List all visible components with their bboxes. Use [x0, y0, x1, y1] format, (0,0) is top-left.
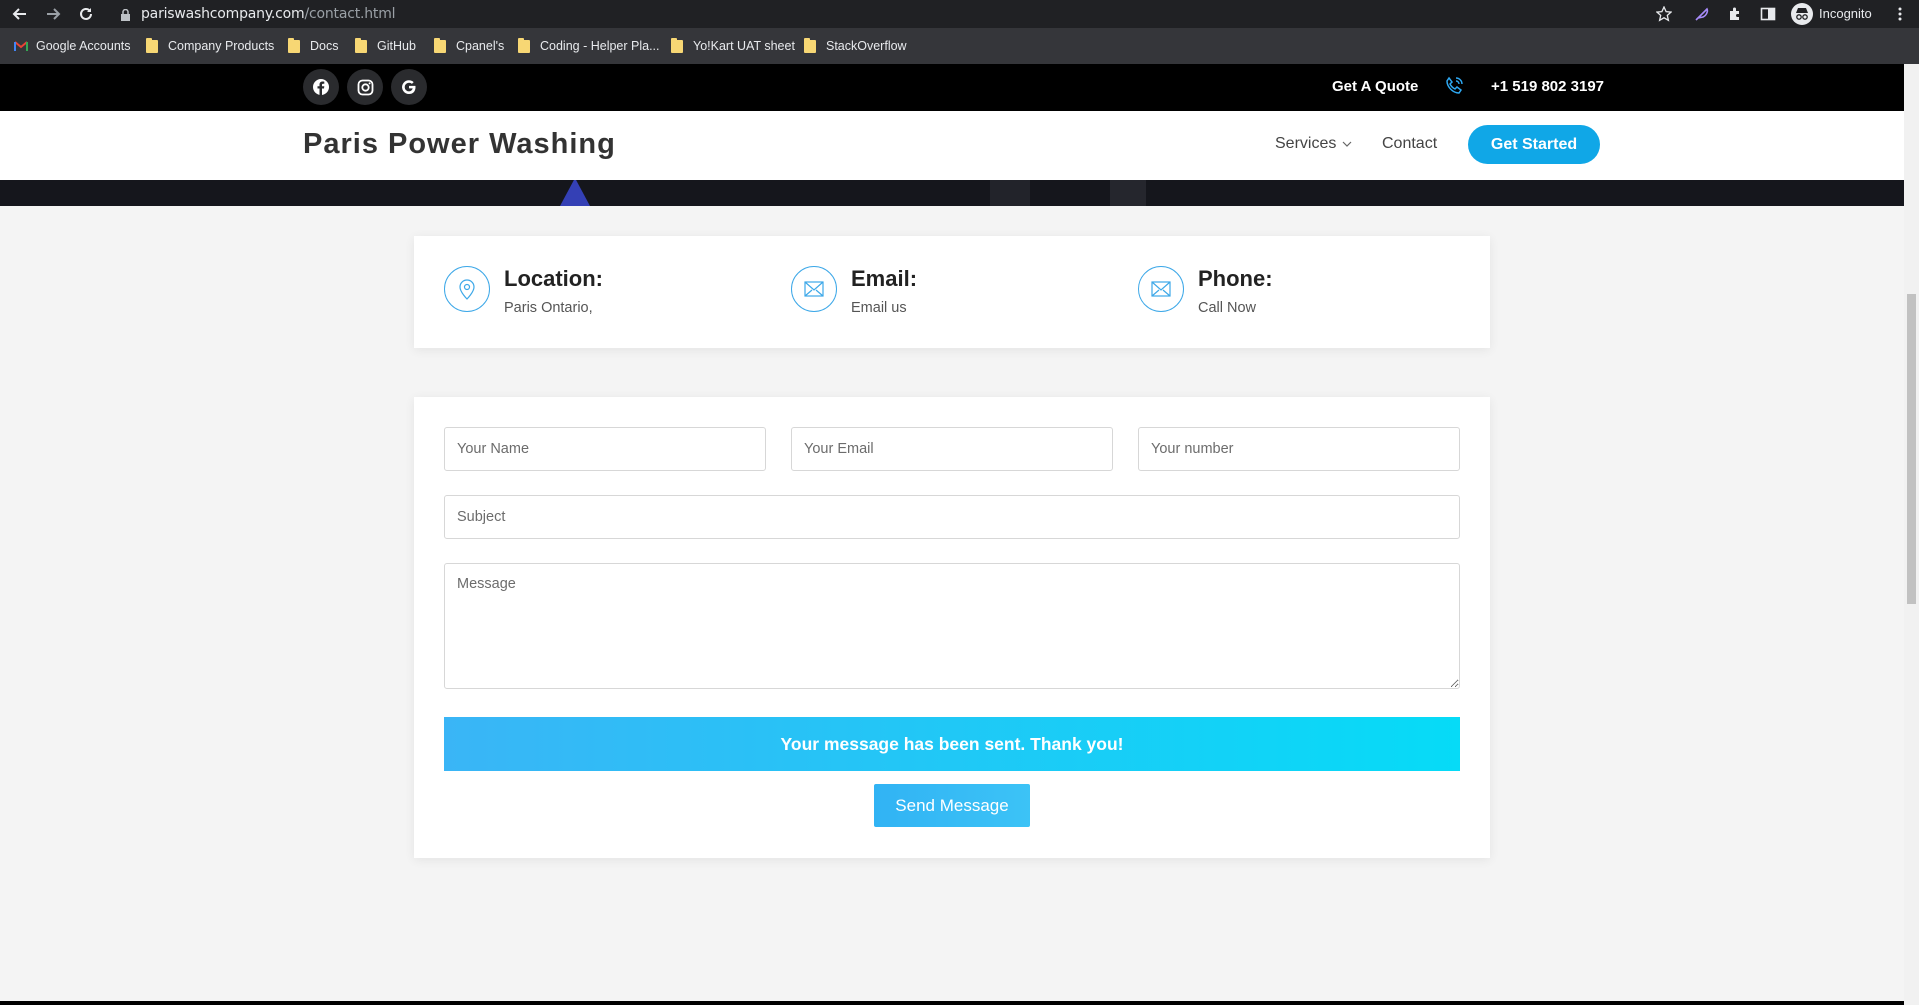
- location-text: Paris Ontario,: [504, 300, 593, 316]
- url-host: pariswashcompany.com: [141, 6, 305, 22]
- more-options-icon[interactable]: [1891, 5, 1909, 23]
- page-scrollbar[interactable]: [1904, 64, 1919, 1005]
- bookmark-company-products[interactable]: Company Products: [146, 37, 274, 55]
- email-text[interactable]: Email us: [851, 300, 907, 316]
- subject-input[interactable]: [444, 495, 1460, 539]
- email-title: Email:: [851, 266, 918, 291]
- incognito-label[interactable]: Incognito: [1819, 6, 1872, 21]
- reload-icon[interactable]: [76, 4, 96, 24]
- phone-number-input[interactable]: [1138, 427, 1460, 471]
- bookmark-label: Docs: [310, 39, 339, 53]
- bookmark-label: Coding - Helper Pla...: [540, 39, 660, 53]
- bookmark-stackoverflow[interactable]: StackOverflow: [804, 37, 907, 55]
- folder-icon: [804, 37, 816, 53]
- incognito-icon[interactable]: [1791, 3, 1813, 25]
- contact-form-card: Your message has been sent. Thank you! S…: [414, 397, 1490, 858]
- bookmark-coding-helper[interactable]: Coding - Helper Pla...: [518, 37, 660, 55]
- facebook-icon[interactable]: [303, 69, 339, 105]
- location-info: Location: Paris Ontario,: [444, 266, 744, 326]
- site-logo-text[interactable]: Paris Power Washing: [303, 128, 616, 161]
- envelope-icon: [791, 266, 837, 312]
- chevron-down-icon: [1342, 141, 1352, 147]
- gmail-icon: [14, 40, 28, 52]
- bookmark-star-icon[interactable]: [1655, 5, 1673, 23]
- bookmark-google-accounts[interactable]: Google Accounts: [14, 37, 131, 55]
- bookmark-cpanels[interactable]: Cpanel's: [434, 37, 504, 55]
- nav-services-label: Services: [1275, 135, 1337, 152]
- address-bar[interactable]: pariswashcompany.com/contact.html: [141, 6, 396, 22]
- phone-number-link[interactable]: +1 519 802 3197: [1491, 78, 1604, 95]
- map-pin-icon: [444, 266, 490, 312]
- site-header: Paris Power Washing Services Contact Get…: [0, 111, 1904, 180]
- forward-arrow-icon[interactable]: [43, 4, 63, 24]
- contact-info-card: Location: Paris Ontario, Email: Email us…: [414, 236, 1490, 348]
- back-arrow-icon[interactable]: [10, 4, 30, 24]
- nav-contact-link[interactable]: Contact: [1382, 135, 1437, 153]
- name-input[interactable]: [444, 427, 766, 471]
- hero-background-strip: [0, 180, 1904, 206]
- nav-services-dropdown[interactable]: Services: [1275, 135, 1352, 153]
- google-icon[interactable]: [391, 69, 427, 105]
- folder-icon: [355, 37, 367, 53]
- scrollbar-thumb[interactable]: [1907, 294, 1916, 604]
- bookmark-docs[interactable]: Docs: [288, 37, 338, 55]
- bookmark-yokart-uat[interactable]: Yo!Kart UAT sheet: [671, 37, 795, 55]
- folder-icon: [518, 37, 530, 53]
- phone-title: Phone:: [1198, 266, 1273, 291]
- extension-feather-icon[interactable]: [1693, 5, 1711, 23]
- bookmarks-bar: Google Accounts Company Products Docs Gi…: [0, 28, 1919, 64]
- message-textarea[interactable]: [444, 563, 1460, 689]
- send-message-button[interactable]: Send Message: [874, 784, 1030, 827]
- bookmark-label: GitHub: [377, 39, 416, 53]
- phone-info[interactable]: Phone: Call Now: [1138, 266, 1438, 326]
- bookmark-label: Google Accounts: [36, 39, 131, 53]
- folder-icon: [146, 37, 158, 53]
- email-input[interactable]: [791, 427, 1113, 471]
- browser-toolbar: pariswashcompany.com/contact.html Incogn…: [0, 0, 1919, 28]
- extensions-puzzle-icon[interactable]: [1726, 5, 1744, 23]
- folder-icon: [671, 37, 683, 53]
- bookmark-label: Yo!Kart UAT sheet: [693, 39, 795, 53]
- success-message: Your message has been sent. Thank you!: [444, 717, 1460, 771]
- folder-icon: [288, 37, 300, 53]
- envelope-icon: [1138, 266, 1184, 312]
- bookmark-label: Cpanel's: [456, 39, 505, 53]
- bookmark-label: StackOverflow: [826, 39, 907, 53]
- get-a-quote-link[interactable]: Get A Quote: [1332, 78, 1418, 95]
- phone-text[interactable]: Call Now: [1198, 300, 1256, 316]
- bottom-edge: [0, 1001, 1904, 1005]
- phone-icon: [1444, 76, 1464, 101]
- get-started-button[interactable]: Get Started: [1468, 125, 1600, 164]
- location-title: Location:: [504, 266, 603, 291]
- email-info[interactable]: Email: Email us: [791, 266, 1091, 326]
- top-contact-bar: Get A Quote +1 519 802 3197: [0, 64, 1904, 111]
- url-path: /contact.html: [304, 6, 396, 22]
- instagram-icon[interactable]: [347, 69, 383, 105]
- folder-icon: [434, 37, 446, 53]
- bookmark-label: Company Products: [168, 39, 275, 53]
- website-viewport: Get A Quote +1 519 802 3197 Paris Power …: [0, 64, 1904, 1005]
- lock-icon[interactable]: [121, 8, 130, 26]
- side-panel-icon[interactable]: [1759, 5, 1777, 23]
- bookmark-github[interactable]: GitHub: [355, 37, 416, 55]
